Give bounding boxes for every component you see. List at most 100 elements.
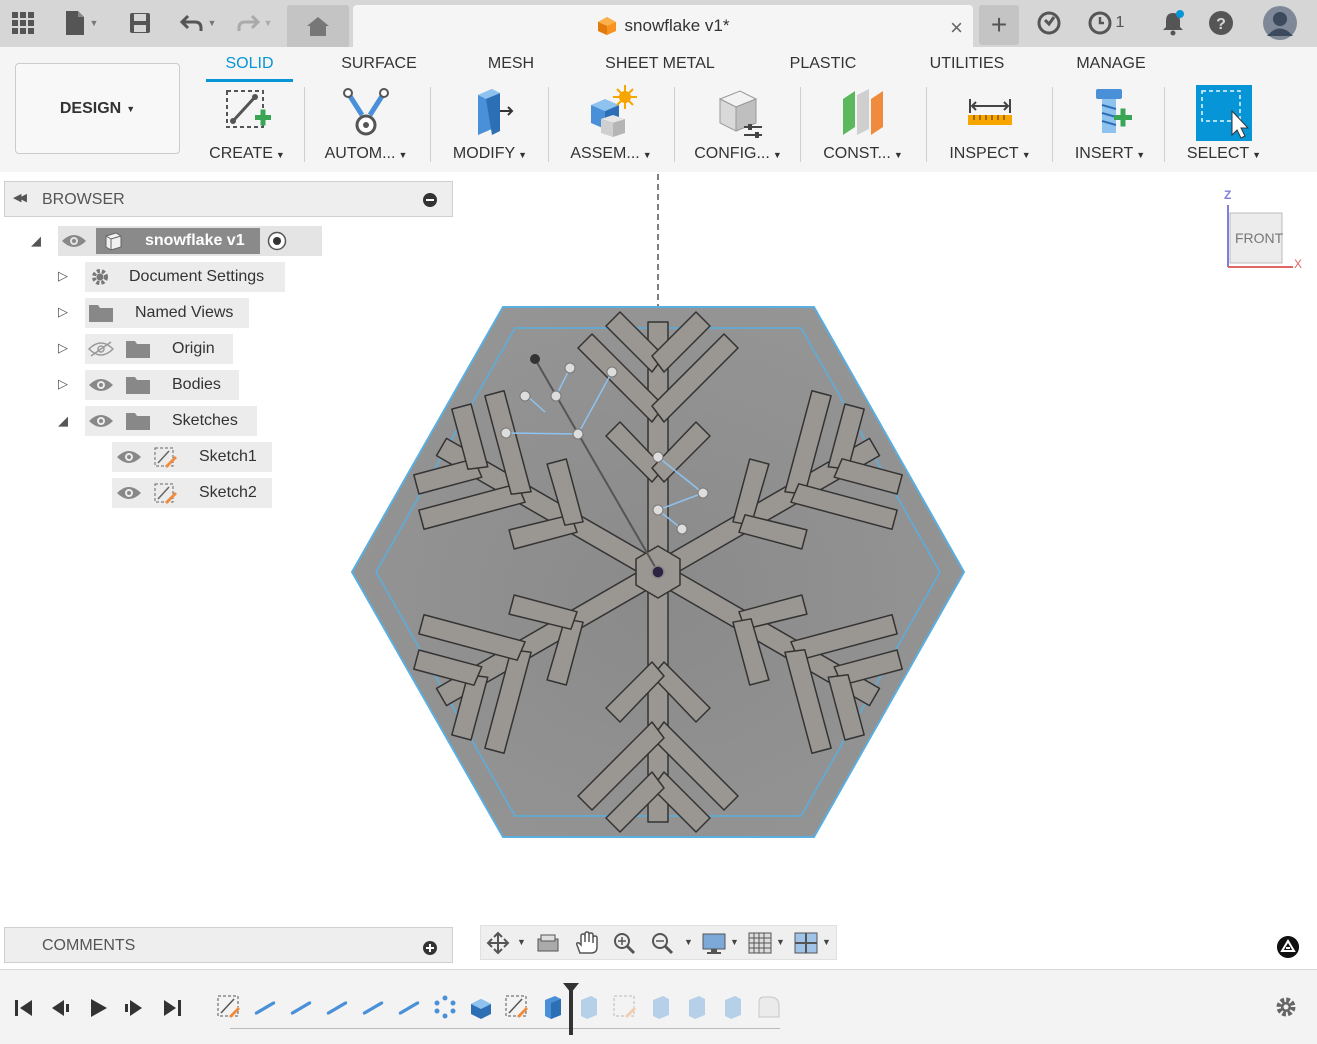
inspect-tool[interactable]: INSPECT ▼ — [930, 85, 1050, 165]
display-settings-icon[interactable] — [701, 931, 727, 955]
tab-sheet-metal[interactable]: SHEET METAL — [595, 55, 725, 73]
tab-solid[interactable]: SOLID — [206, 55, 293, 73]
data-panel-grid-icon[interactable] — [10, 8, 36, 38]
expand-triangle-icon[interactable]: ▷ — [58, 340, 68, 356]
timeline-pattern-icon[interactable] — [432, 994, 458, 1020]
viewports-icon[interactable] — [793, 931, 819, 955]
visibility-eye-icon[interactable] — [88, 377, 114, 393]
expand-triangle-icon[interactable]: ▷ — [58, 304, 68, 320]
document-tab[interactable]: snowflake v1* × — [353, 5, 973, 47]
configure-tool[interactable]: CONFIG... ▼ — [678, 85, 798, 165]
minimize-panel-icon[interactable] — [423, 193, 437, 207]
redo-button[interactable]: ▼ — [232, 8, 276, 38]
timeline-suppressed-extrude-icon[interactable] — [720, 994, 746, 1020]
timeline-sketch-icon[interactable] — [216, 994, 242, 1020]
automate-tool[interactable]: AUTOM... ▼ — [306, 85, 426, 165]
browser-item-origin[interactable]: ▷ Origin — [55, 334, 235, 364]
viewcube[interactable]: Z X FRONT — [1218, 187, 1308, 277]
visibility-eye-icon[interactable] — [61, 233, 87, 249]
insert-tool-label: INSERT — [1074, 145, 1134, 162]
help-button[interactable]: ? — [1208, 8, 1234, 38]
add-comment-icon[interactable] — [423, 941, 437, 955]
timeline-line-feature-icon[interactable] — [252, 994, 278, 1020]
timeline-suppressed-sketch-icon[interactable] — [612, 994, 638, 1020]
create-tool[interactable]: CREATE ▼ — [187, 85, 307, 165]
modify-tool[interactable]: MODIFY ▼ — [430, 85, 550, 165]
tab-mesh[interactable]: MESH — [472, 55, 550, 73]
look-at-icon[interactable] — [535, 931, 561, 955]
job-status-button[interactable]: 1 — [1086, 8, 1126, 38]
timeline-position-marker[interactable] — [563, 983, 579, 1035]
timeline-track[interactable] — [230, 1028, 780, 1029]
timeline-line-feature-icon[interactable] — [288, 994, 314, 1020]
go-to-start-icon[interactable] — [12, 996, 36, 1020]
home-tab-button[interactable] — [287, 5, 349, 47]
collapse-panel-icon[interactable]: ◀◀ — [13, 191, 27, 204]
insert-tool[interactable]: INSERT ▼ — [1050, 85, 1170, 165]
pan-hand-icon[interactable] — [573, 931, 599, 955]
file-menu-button[interactable]: ▼ — [60, 8, 102, 38]
timeline-settings-gear-icon[interactable] — [1274, 995, 1298, 1019]
orbit-icon[interactable] — [485, 931, 511, 955]
construct-tool[interactable]: CONST... ▼ — [803, 85, 923, 165]
browser-item-sketch1[interactable]: Sketch1 — [112, 442, 274, 472]
browser-root-row[interactable]: ◢ snowflake v1 — [28, 226, 322, 256]
timeline-suppressed-fillet-icon[interactable] — [756, 994, 782, 1020]
hidden-eye-icon[interactable] — [88, 341, 114, 357]
step-back-icon[interactable] — [48, 996, 72, 1020]
timeline-line-feature-icon[interactable] — [396, 994, 422, 1020]
collapse-triangle-icon[interactable]: ◢ — [31, 233, 41, 249]
visibility-eye-icon[interactable] — [116, 449, 142, 465]
timeline-suppressed-extrude-icon[interactable] — [648, 994, 674, 1020]
chevron-down-icon: ▼ — [1021, 150, 1031, 160]
browser-item-sketch2[interactable]: Sketch2 — [112, 478, 274, 508]
timeline-sketch-icon[interactable] — [504, 994, 530, 1020]
visibility-eye-icon[interactable] — [88, 413, 114, 429]
browser-item-bodies[interactable]: ▷ Bodies — [55, 370, 241, 400]
assemble-tool[interactable]: ASSEM... ▼ — [551, 85, 671, 165]
fit-zoom-icon[interactable] — [649, 931, 675, 955]
collapse-triangle-icon[interactable]: ◢ — [58, 413, 68, 429]
extensions-button[interactable] — [1036, 8, 1062, 38]
select-tool[interactable]: SELECT ▼ — [1164, 85, 1284, 165]
tab-surface[interactable]: SURFACE — [330, 55, 428, 73]
tab-utilities[interactable]: UTILITIES — [920, 55, 1014, 73]
new-tab-button[interactable]: + — [979, 5, 1019, 45]
user-avatar[interactable] — [1262, 5, 1298, 41]
zoom-window-icon[interactable] — [611, 931, 637, 955]
chevron-down-icon[interactable]: ▼ — [517, 937, 526, 947]
select-tool-label: SELECT — [1186, 145, 1250, 162]
comments-panel-header[interactable]: COMMENTS — [4, 927, 453, 963]
viewcube-front-face[interactable]: FRONT — [1235, 230, 1283, 246]
chevron-down-icon[interactable]: ▼ — [822, 937, 831, 947]
expand-triangle-icon[interactable]: ▷ — [58, 268, 68, 284]
tab-manage[interactable]: MANAGE — [1066, 55, 1156, 73]
play-icon[interactable] — [86, 996, 110, 1020]
undo-button[interactable]: ▼ — [176, 8, 220, 38]
chevron-down-icon[interactable]: ▼ — [776, 937, 785, 947]
notifications-button[interactable] — [1160, 8, 1186, 38]
timeline-line-feature-icon[interactable] — [360, 994, 386, 1020]
timeline-extrude-icon[interactable] — [540, 994, 566, 1020]
expand-triangle-icon[interactable]: ▷ — [58, 376, 68, 392]
workspace-switcher[interactable]: DESIGN ▼ — [15, 63, 180, 154]
chevron-down-icon[interactable]: ▼ — [730, 937, 739, 947]
chevron-down-icon: ▼ — [398, 150, 408, 160]
activate-radio-icon[interactable] — [267, 231, 287, 251]
visibility-eye-icon[interactable] — [116, 485, 142, 501]
go-to-end-icon[interactable] — [160, 996, 184, 1020]
save-button[interactable] — [127, 8, 153, 38]
grid-settings-icon[interactable] — [747, 931, 773, 955]
step-forward-icon[interactable] — [122, 996, 146, 1020]
timeline-suppressed-extrude-icon[interactable] — [684, 994, 710, 1020]
timeline-extrude-icon[interactable] — [468, 994, 494, 1020]
chevron-down-icon[interactable]: ▼ — [684, 937, 693, 947]
timeline-suppressed-extrude-icon[interactable] — [576, 994, 602, 1020]
browser-item-named-views[interactable]: ▷ Named Views — [55, 298, 251, 328]
close-tab-icon[interactable]: × — [950, 15, 963, 41]
timeline-line-feature-icon[interactable] — [324, 994, 350, 1020]
browser-item-sketches[interactable]: ◢ Sketches — [55, 406, 259, 436]
chevron-down-icon: ▼ — [126, 103, 136, 114]
browser-item-document-settings[interactable]: ▷ Document Settings — [55, 262, 287, 292]
tab-plastic[interactable]: PLASTIC — [778, 55, 868, 73]
